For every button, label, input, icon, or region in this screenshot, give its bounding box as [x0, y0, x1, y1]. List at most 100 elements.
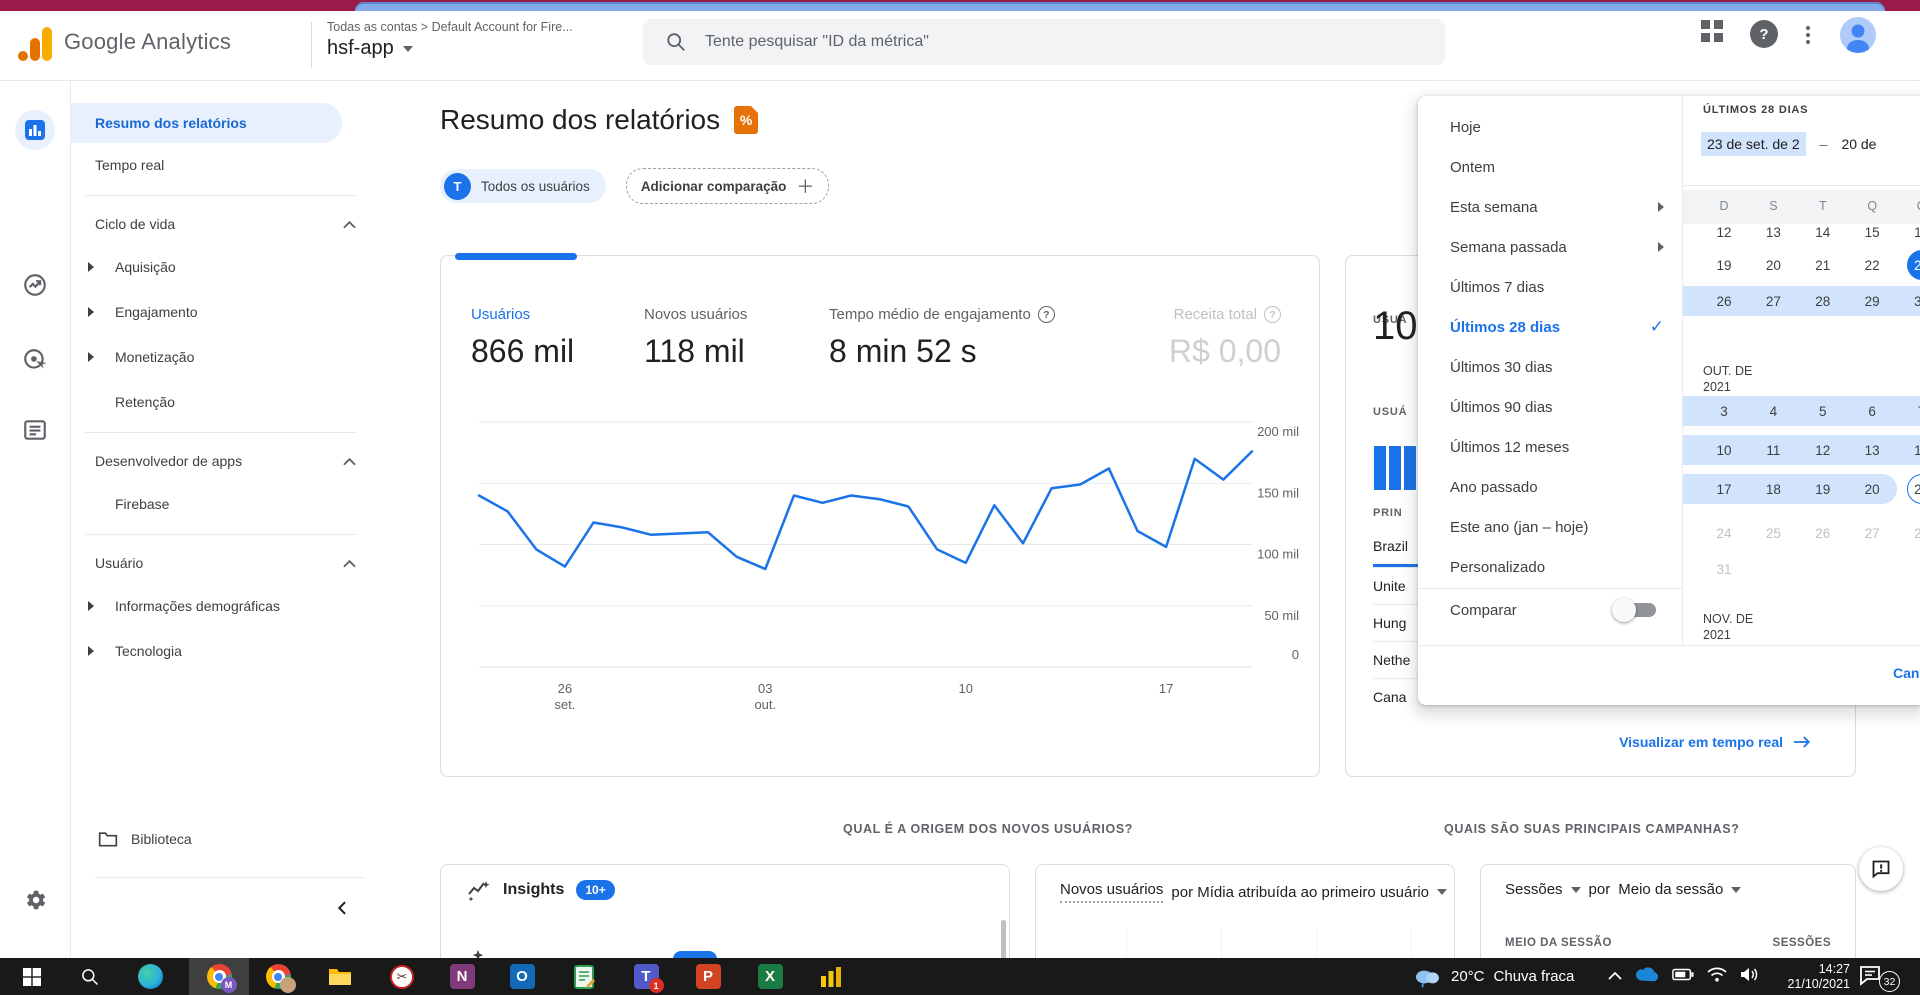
account-avatar[interactable]	[1840, 17, 1876, 53]
calendar-day[interactable]: 3	[1709, 396, 1739, 426]
feedback-button[interactable]	[1859, 847, 1903, 891]
admin-gear-icon[interactable]	[15, 880, 55, 920]
view-realtime-link[interactable]: Visualizar em tempo real	[1619, 734, 1811, 750]
end-date-input[interactable]: 20 de	[1841, 136, 1876, 152]
sidebar-item-firebase[interactable]: Firebase	[71, 481, 380, 526]
taskbar-start-button[interactable]	[2, 958, 62, 995]
calendar-day[interactable]: 27	[1857, 518, 1887, 548]
calendar-day[interactable]: 7	[1907, 396, 1920, 426]
google-analytics-logo-icon[interactable]	[16, 25, 56, 65]
sidebar-item-tempo-real[interactable]: Tempo real	[71, 143, 380, 187]
calendar-day[interactable]: 18	[1758, 474, 1788, 504]
property-selector[interactable]: hsf-app	[327, 37, 413, 60]
calendar-day[interactable]: 22	[1857, 250, 1887, 280]
insights-header[interactable]: Insights 10+	[467, 879, 615, 901]
sidebar-item-engajamento[interactable]: Engajamento	[71, 289, 380, 334]
battery-icon[interactable]	[1672, 968, 1694, 986]
taskbar-notes-app[interactable]	[554, 958, 614, 995]
calendar-day[interactable]: 6	[1857, 396, 1887, 426]
date-preset-ultimos-12-meses[interactable]: Últimos 12 meses	[1418, 427, 1682, 467]
date-preset-este-ano-jan-hoje[interactable]: Este ano (jan – hoje)	[1418, 507, 1682, 547]
sidebar-item-tecnologia[interactable]: Tecnologia	[71, 628, 380, 673]
percent-doc-icon[interactable]: %	[734, 106, 759, 134]
metric-novos-usuarios[interactable]: Novos usuários 118 mil	[644, 306, 747, 370]
info-icon[interactable]: ?	[1037, 306, 1055, 323]
explore-nav-icon[interactable]	[15, 410, 55, 450]
sidebar-item-informacoes-demograficas[interactable]: Informações demográficas	[71, 583, 380, 628]
calendar-day[interactable]: 14	[1907, 435, 1920, 465]
calendar-day[interactable]: 20	[1857, 474, 1887, 504]
calendar-day[interactable]: 10	[1709, 435, 1739, 465]
taskbar-chrome-profile-avatar[interactable]	[248, 958, 308, 995]
calendar-day[interactable]: 14	[1808, 224, 1838, 247]
sidebar-section-desenvolvedor-de-apps[interactable]: Desenvolvedor de apps	[71, 441, 380, 481]
onedrive-icon[interactable]	[1635, 966, 1659, 987]
date-preset-esta-semana[interactable]: Esta semana	[1418, 187, 1682, 227]
calendar-day[interactable]: 25	[1758, 518, 1788, 548]
compare-toggle[interactable]	[1612, 597, 1658, 623]
date-preset-ano-passado[interactable]: Ano passado	[1418, 467, 1682, 507]
cancel-button[interactable]: Cancelar	[1893, 665, 1920, 681]
date-preset-personalizado[interactable]: Personalizado	[1418, 547, 1682, 587]
collapse-sidebar-button[interactable]	[333, 898, 357, 922]
taskbar-excel[interactable]: X	[740, 958, 800, 995]
metric-tempo-engajamento[interactable]: Tempo médio de engajamento? 8 min 52 s	[829, 306, 1055, 370]
sidebar-item-monetizacao[interactable]: Monetização	[71, 334, 380, 379]
sidebar-item-aquisicao[interactable]: Aquisição	[71, 244, 380, 289]
calendar-day[interactable]: 21	[1808, 250, 1838, 280]
taskbar-clock[interactable]: 14:27 21/10/2021	[1766, 962, 1850, 992]
taskbar-power-bi[interactable]	[801, 958, 861, 995]
taskbar-file-explorer[interactable]	[310, 958, 370, 995]
audience-chip[interactable]: T Todos os usuários	[440, 169, 606, 203]
calendar-day[interactable]: 21	[1906, 474, 1920, 504]
realtime-nav-icon[interactable]	[15, 265, 55, 305]
calendar-day[interactable]: 27	[1758, 286, 1788, 316]
calendar-day[interactable]: 23	[1906, 250, 1920, 280]
calendar-day[interactable]: 28	[1808, 286, 1838, 316]
volume-icon[interactable]	[1740, 967, 1758, 987]
sidebar-section-usuario[interactable]: Usuário	[71, 543, 380, 583]
sidebar-item-resumo-dos-relatorios[interactable]: Resumo dos relatórios	[71, 103, 342, 143]
notification-center-button[interactable]: 32	[1858, 964, 1900, 992]
taskbar-chrome-profile-m[interactable]: M	[189, 958, 249, 995]
start-date-input[interactable]: 23 de set. de 2	[1701, 132, 1806, 156]
chevron-up-icon[interactable]	[1608, 968, 1622, 986]
taskbar-teams[interactable]: T1	[616, 958, 676, 995]
breadcrumb[interactable]: Todas as contas > Default Account for Fi…	[327, 20, 573, 34]
sidebar-item-retencao[interactable]: Retenção	[71, 379, 380, 424]
calendar-day[interactable]: 19	[1709, 250, 1739, 280]
calendar-day[interactable]: 5	[1808, 396, 1838, 426]
apps-grid-icon[interactable]	[1701, 20, 1723, 42]
taskbar-weather[interactable]: 20°C Chuva fraca	[1412, 958, 1574, 995]
taskbar-onenote[interactable]: N	[432, 958, 492, 995]
info-icon[interactable]: ?	[1264, 306, 1281, 323]
search-input[interactable]: Tente pesquisar "ID da métrica"	[643, 19, 1445, 65]
help-icon[interactable]: ?	[1750, 20, 1778, 48]
calendar-day[interactable]: 29	[1857, 286, 1887, 316]
more-menu-icon[interactable]	[1806, 23, 1810, 47]
calendar-day[interactable]: 26	[1808, 518, 1838, 548]
calendar-day[interactable]: 19	[1808, 474, 1838, 504]
calendar-day[interactable]: 26	[1709, 286, 1739, 316]
metric-receita-total[interactable]: Receita total? R$ 0,00	[1169, 306, 1281, 370]
calendar-day[interactable]: 4	[1758, 396, 1788, 426]
taskbar-edge-browser[interactable]	[120, 958, 180, 995]
calendar-day[interactable]: 17	[1709, 474, 1739, 504]
date-preset-ultimos-30-dias[interactable]: Últimos 30 dias	[1418, 347, 1682, 387]
sidebar-item-biblioteca[interactable]: Biblioteca	[71, 819, 192, 859]
calendar-day[interactable]: 31	[1709, 554, 1739, 584]
calendar-day[interactable]: 24	[1709, 518, 1739, 548]
calendar-day[interactable]: 20	[1758, 250, 1788, 280]
date-preset-ultimos-7-dias[interactable]: Últimos 7 dias	[1418, 267, 1682, 307]
calendar-day[interactable]: 12	[1709, 224, 1739, 247]
calendar-day[interactable]: 28	[1907, 518, 1920, 548]
reports-nav-icon[interactable]	[15, 110, 55, 150]
date-preset-hoje[interactable]: Hoje	[1418, 107, 1682, 147]
wifi-icon[interactable]	[1707, 967, 1727, 987]
taskbar-powerpoint[interactable]: P	[678, 958, 738, 995]
calendar-day[interactable]: 12	[1808, 435, 1838, 465]
taskbar-outlook[interactable]: O	[492, 958, 552, 995]
calendar-day[interactable]: 11	[1758, 435, 1788, 465]
date-preset-ultimos-28-dias[interactable]: Últimos 28 dias ✓	[1418, 307, 1682, 347]
calendar-day[interactable]: 15	[1857, 224, 1887, 247]
